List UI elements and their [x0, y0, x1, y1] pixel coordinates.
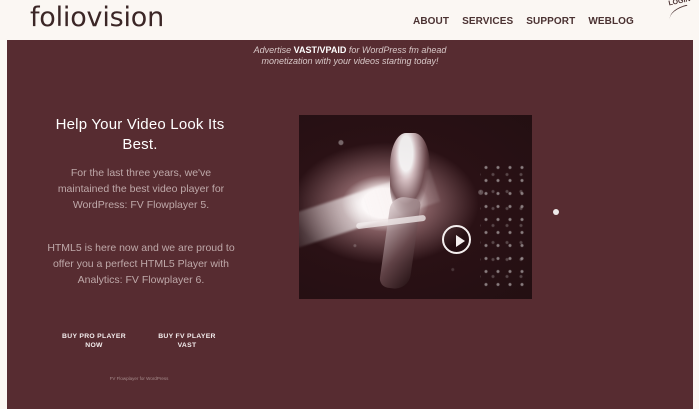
nav-weblog-link[interactable]: WEBLOG [588, 16, 634, 28]
nav-services-link[interactable]: SERVICES [462, 16, 513, 28]
play-triangle-icon [456, 235, 465, 247]
announcement-prefix: Advertise [253, 45, 292, 55]
hero-small-caption: FV Flowplayer for WordPress [109, 376, 169, 381]
main-navigation: ABOUT SERVICES SUPPORT WEBLOG [413, 16, 634, 28]
nav-support-link[interactable]: SUPPORT [526, 16, 575, 28]
hero-button-row: BUY PRO PLAYER NOW BUY FV PLAYER VAST [55, 332, 239, 358]
hero-paragraph-html5-player: HTML5 is here now and we are proud to of… [47, 241, 235, 286]
carousel-dot-icon[interactable] [553, 209, 559, 215]
hero-paragraph-flowplayer-five: For the last three years, we've maintain… [57, 166, 225, 211]
foliovision-logo[interactable]: foliovision [30, 1, 164, 35]
announcement-banner[interactable]: Advertise VAST/VPAID for WordPress fm ah… [207, 45, 493, 67]
announcement-second-line: monetization with your videos starting t… [261, 56, 439, 66]
buy-fv-player-vast-button[interactable]: BUY FV PLAYER VAST [148, 332, 226, 350]
buy-pro-player-button[interactable]: BUY PRO PLAYER NOW [55, 332, 133, 350]
search-icon[interactable] [630, 19, 632, 21]
play-icon[interactable] [442, 225, 471, 254]
nav-about-link[interactable]: ABOUT [413, 16, 449, 28]
announcement-suffix: for WordPress fm ahead [348, 45, 447, 55]
hero-section: Advertise VAST/VPAID for WordPress fm ah… [7, 40, 693, 409]
hero-heading: Help Your Video Look Its Best. [55, 116, 225, 154]
site-header: foliovision ABOUT SERVICES SUPPORT WEBLO… [0, 0, 699, 40]
video-sparkles [480, 161, 532, 287]
announcement-highlight: VAST/VPAID [293, 45, 347, 55]
page: foliovision ABOUT SERVICES SUPPORT WEBLO… [0, 0, 699, 409]
login-link[interactable]: LOGIN [666, 0, 695, 20]
hero-video-player[interactable] [299, 115, 532, 299]
